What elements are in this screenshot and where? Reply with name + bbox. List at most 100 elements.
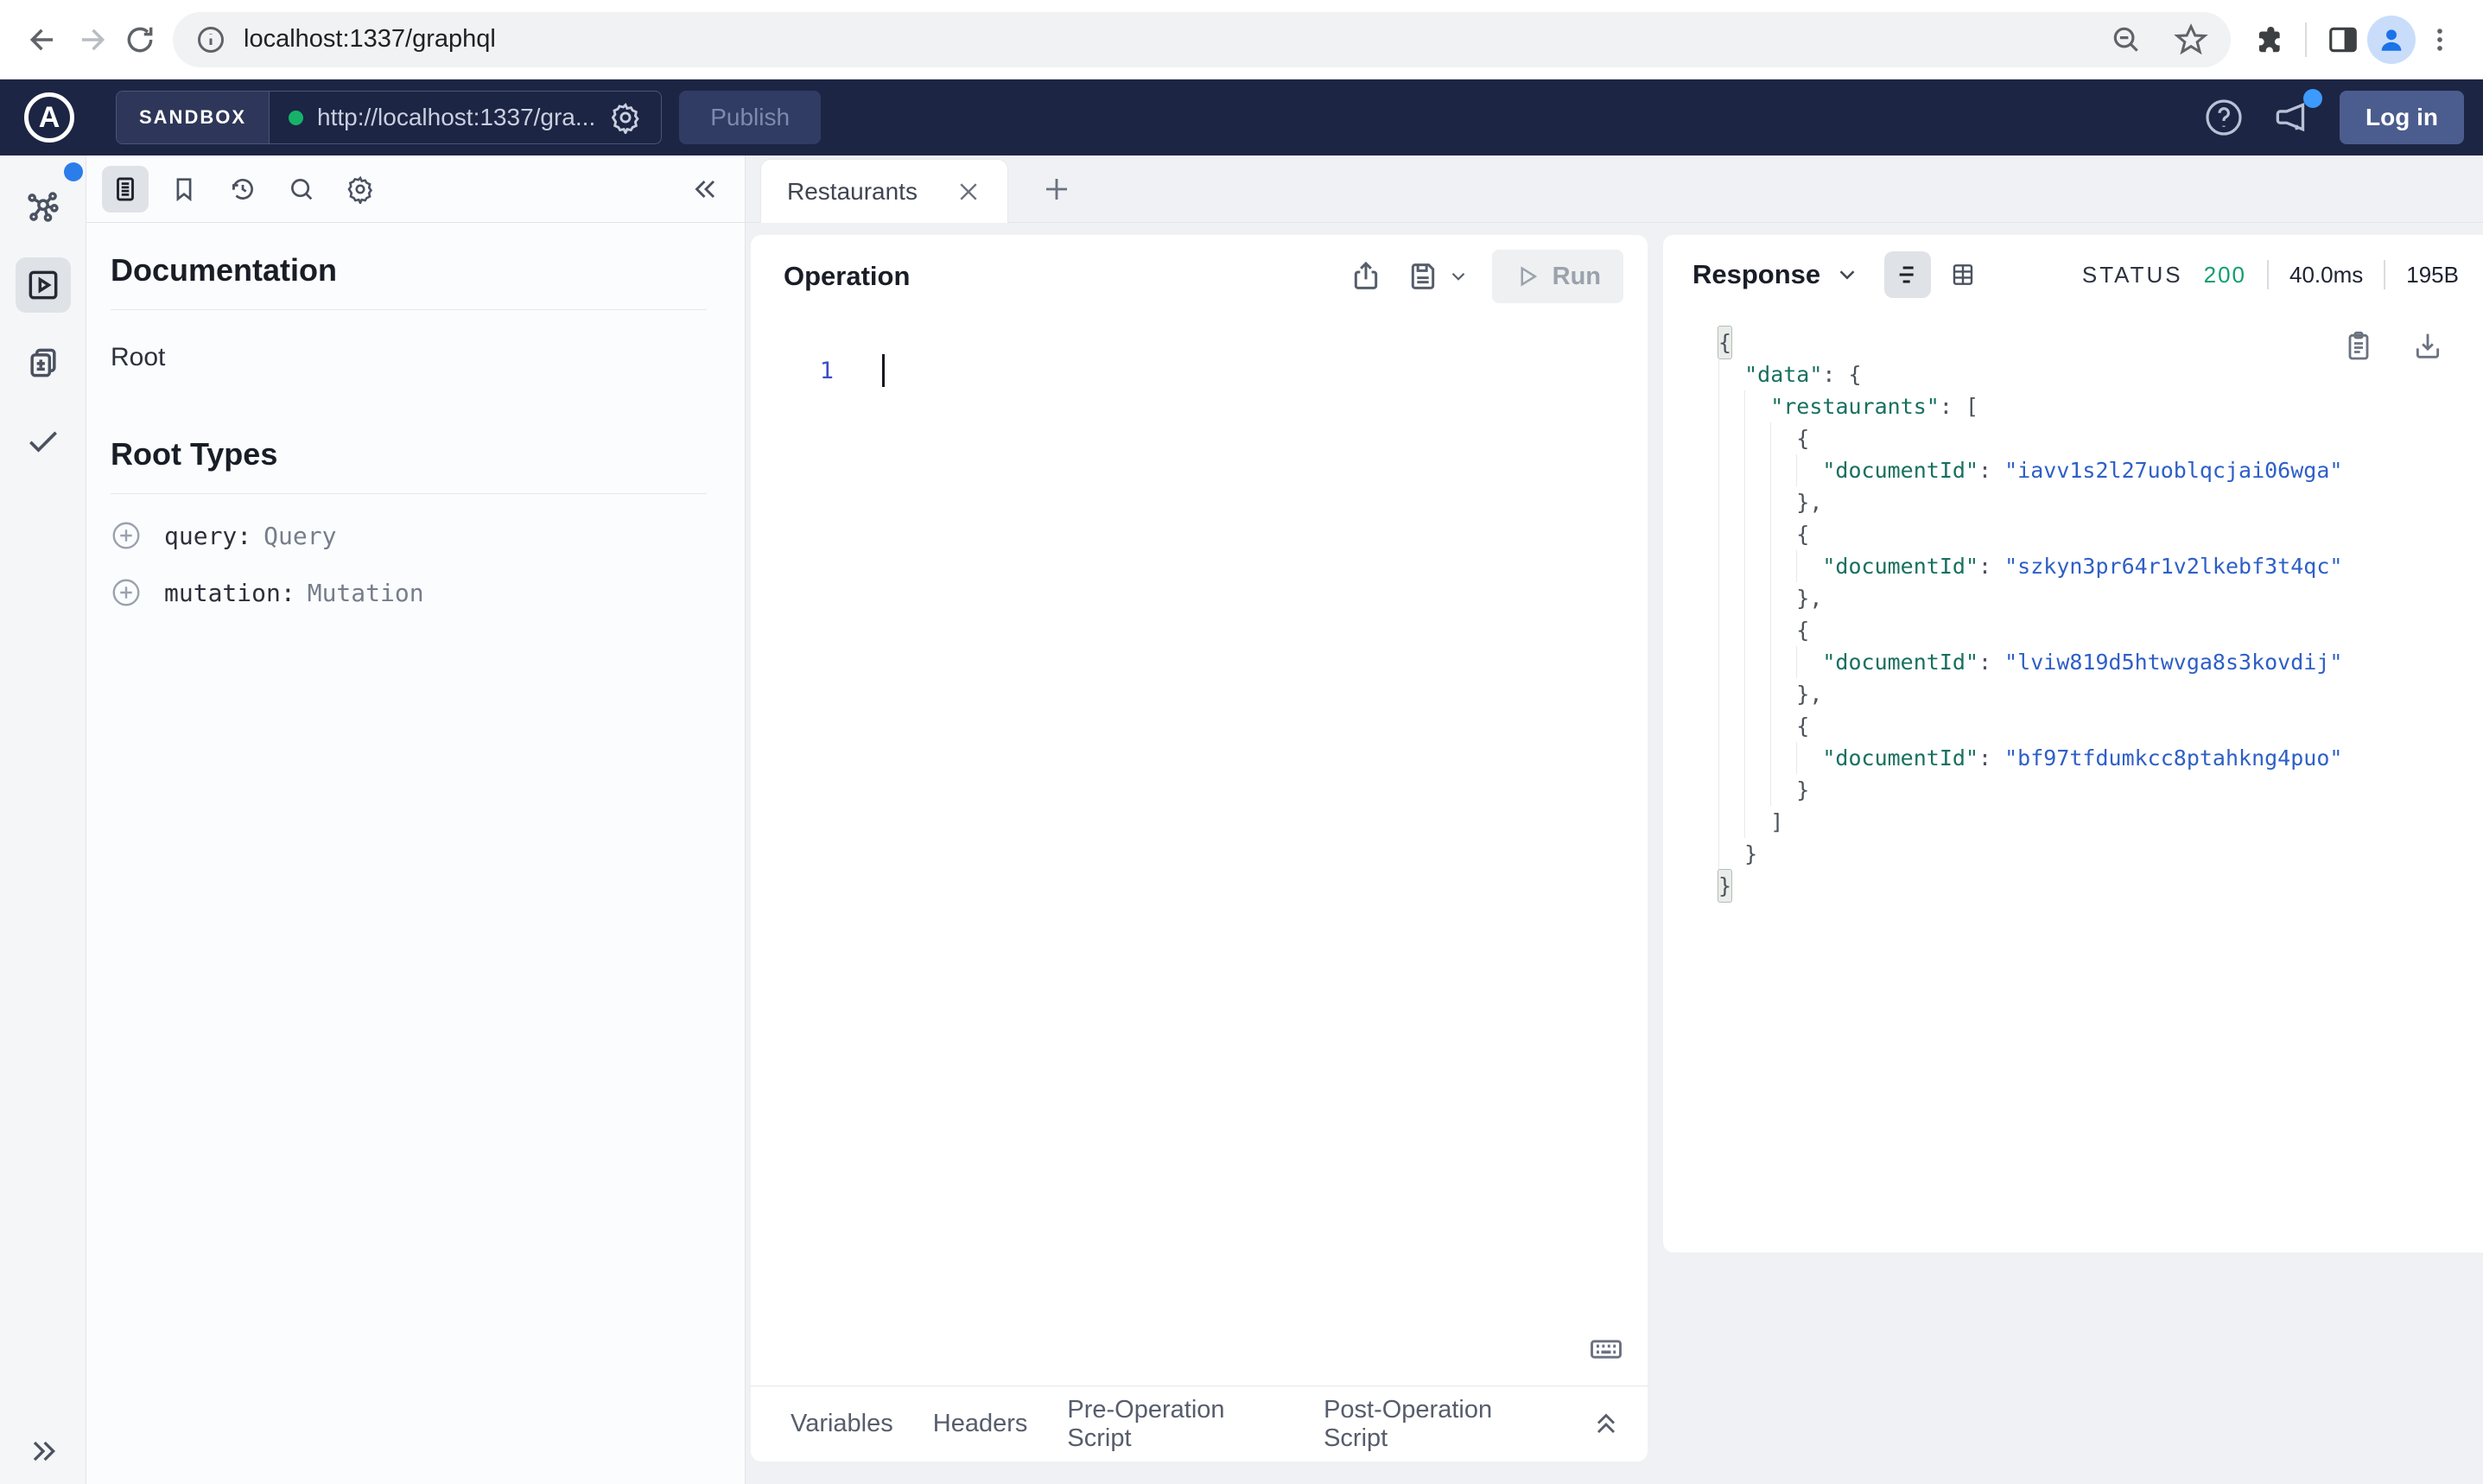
json-line: { <box>1718 422 2457 454</box>
documentation-tab-icon[interactable] <box>102 165 149 212</box>
json-line: } <box>1718 774 2457 806</box>
root-type-name[interactable]: Query <box>264 522 336 550</box>
back-icon[interactable] <box>19 16 67 64</box>
response-panel: Response STATUS 200 40.0ms 195B {"data"… <box>1663 235 2483 1253</box>
root-type-row[interactable]: query: Query <box>111 520 707 551</box>
root-types-list: query: Query mutation: Mutation <box>111 520 707 608</box>
browser-toolbar: localhost:1337/graphql <box>0 0 2483 79</box>
bottom-tab-headers[interactable]: Headers <box>933 1410 1028 1438</box>
line-number: 1 <box>819 358 834 384</box>
site-info-icon[interactable] <box>195 24 226 55</box>
response-dropdown[interactable]: Response <box>1692 259 1860 290</box>
search-icon[interactable] <box>278 166 325 212</box>
connection-status-dot <box>289 110 304 125</box>
zoom-out-icon[interactable] <box>2110 23 2143 56</box>
apollo-logo-icon[interactable]: A <box>24 92 74 143</box>
json-line: }, <box>1718 582 2457 614</box>
response-json: {"data": {"restaurants": [{"documentId":… <box>1717 326 2457 903</box>
sandbox-header: A SANDBOX http://localhost:1337/gra... P… <box>0 79 2483 155</box>
root-type-name[interactable]: Mutation <box>308 579 424 607</box>
json-line: { <box>1718 518 2457 550</box>
root-type-field: mutation: <box>164 578 295 607</box>
rule <box>111 309 707 310</box>
tab-label[interactable]: Restaurants <box>787 178 918 206</box>
schema-icon[interactable] <box>16 180 71 235</box>
download-response-icon[interactable] <box>2410 328 2445 363</box>
status-label: STATUS <box>2081 261 2183 288</box>
settings-gear-icon[interactable] <box>337 166 384 212</box>
response-body[interactable]: {"data": {"restaurants": [{"documentId":… <box>1663 314 2483 1253</box>
extensions-icon[interactable] <box>2245 16 2293 64</box>
expand-plus-icon[interactable] <box>111 520 142 551</box>
bottom-tab-post-operation-script[interactable]: Post-Operation Script <box>1324 1396 1551 1453</box>
save-chevron-down-icon[interactable] <box>1447 265 1470 288</box>
json-line: "documentId": "iavv1s2l27uoblqcjai06wga" <box>1718 454 2457 486</box>
collapse-panel-icon[interactable] <box>683 166 729 212</box>
json-line: "data": { <box>1718 358 2457 390</box>
json-line: "documentId": "bf97tfdumkcc8ptahkng4puo" <box>1718 742 2457 774</box>
bottom-tab-pre-operation-script[interactable]: Pre-Operation Script <box>1067 1396 1284 1453</box>
expand-sidebar-icon[interactable] <box>26 1434 60 1468</box>
publish-button[interactable]: Publish <box>679 91 822 144</box>
profile-avatar[interactable] <box>2367 15 2416 64</box>
keyboard-shortcuts-icon[interactable] <box>1587 1330 1625 1368</box>
browser-menu-icon[interactable] <box>2416 16 2464 64</box>
save-group[interactable] <box>1406 259 1470 294</box>
root-link[interactable]: Root <box>111 343 707 372</box>
sandbox-badge: SANDBOX <box>117 92 270 143</box>
json-line: ] <box>1718 806 2457 838</box>
json-line: "documentId": "szkyn3pr64r1v2lkebf3t4qc" <box>1718 550 2457 582</box>
new-tab-icon[interactable] <box>1029 162 1084 217</box>
expand-plus-icon[interactable] <box>111 577 142 608</box>
endpoint-text[interactable]: http://localhost:1337/gra... <box>317 104 595 131</box>
root-type-field: query: <box>164 521 252 550</box>
tab-restaurants[interactable]: Restaurants <box>760 159 1008 223</box>
bottom-tabs-container: Variables Headers Pre-Operation Script Post… <box>791 1396 1551 1453</box>
side-panel-icon[interactable] <box>2319 16 2367 64</box>
copy-response-icon[interactable] <box>2341 328 2376 363</box>
megaphone-notification-dot <box>2303 89 2323 108</box>
documentation-title: Documentation <box>111 252 338 288</box>
response-title: Response <box>1692 259 1821 289</box>
operation-bottom-bar: Variables Headers Pre-Operation Script Post… <box>751 1386 1648 1462</box>
tab-close-icon[interactable] <box>956 179 981 205</box>
operation-editor[interactable]: 1 <box>751 318 1648 1386</box>
formatted-view-icon[interactable] <box>1884 251 1932 298</box>
json-line: }, <box>1718 678 2457 710</box>
response-column: Response STATUS 200 40.0ms 195B {"data"… <box>1663 235 2483 1484</box>
operation-column: Operation Run 1 Variables Headers Pre-Op… <box>751 235 1648 1462</box>
endpoint-url-field[interactable]: http://localhost:1337/gra... <box>270 101 661 134</box>
root-type-row[interactable]: mutation: Mutation <box>111 577 707 608</box>
rule <box>111 493 707 494</box>
history-icon[interactable] <box>219 166 266 212</box>
address-bar[interactable]: localhost:1337/graphql <box>173 11 2231 67</box>
tab-bar: Restaurants <box>746 155 2483 223</box>
changesets-icon[interactable] <box>16 335 71 390</box>
help-icon[interactable] <box>2203 97 2245 138</box>
bookmark-star-icon[interactable] <box>2174 22 2208 57</box>
endpoint-settings-gear-icon[interactable] <box>609 101 642 134</box>
save-icon[interactable] <box>1406 259 1440 294</box>
share-icon[interactable] <box>1349 259 1383 294</box>
url-text[interactable]: localhost:1337/graphql <box>244 25 2110 54</box>
checklist-icon[interactable] <box>16 413 71 468</box>
explorer-icon[interactable] <box>15 257 71 313</box>
response-duration: 40.0ms <box>2289 261 2364 288</box>
rail-notification-dot <box>64 162 83 181</box>
login-button[interactable]: Log in <box>2340 91 2464 144</box>
bookmarks-icon[interactable] <box>161 166 207 212</box>
json-line: } <box>1718 838 2457 870</box>
operation-title: Operation <box>784 261 911 291</box>
reload-icon[interactable] <box>116 16 164 64</box>
workspace: Documentation Root Root Types query: Quer… <box>0 155 2483 1484</box>
collapse-bottom-bar-icon[interactable] <box>1591 1409 1622 1440</box>
documentation-panel: Documentation Root Root Types query: Quer… <box>86 155 746 1484</box>
json-line: { <box>1718 710 2457 742</box>
table-view-icon[interactable] <box>1940 251 1986 298</box>
toolbar-divider <box>2305 22 2307 57</box>
left-rail <box>0 155 86 1484</box>
run-button[interactable]: Run <box>1491 250 1623 303</box>
forward-icon[interactable] <box>67 16 116 64</box>
announcements-megaphone-icon[interactable] <box>2270 89 2323 139</box>
bottom-tab-variables[interactable]: Variables <box>791 1410 893 1438</box>
